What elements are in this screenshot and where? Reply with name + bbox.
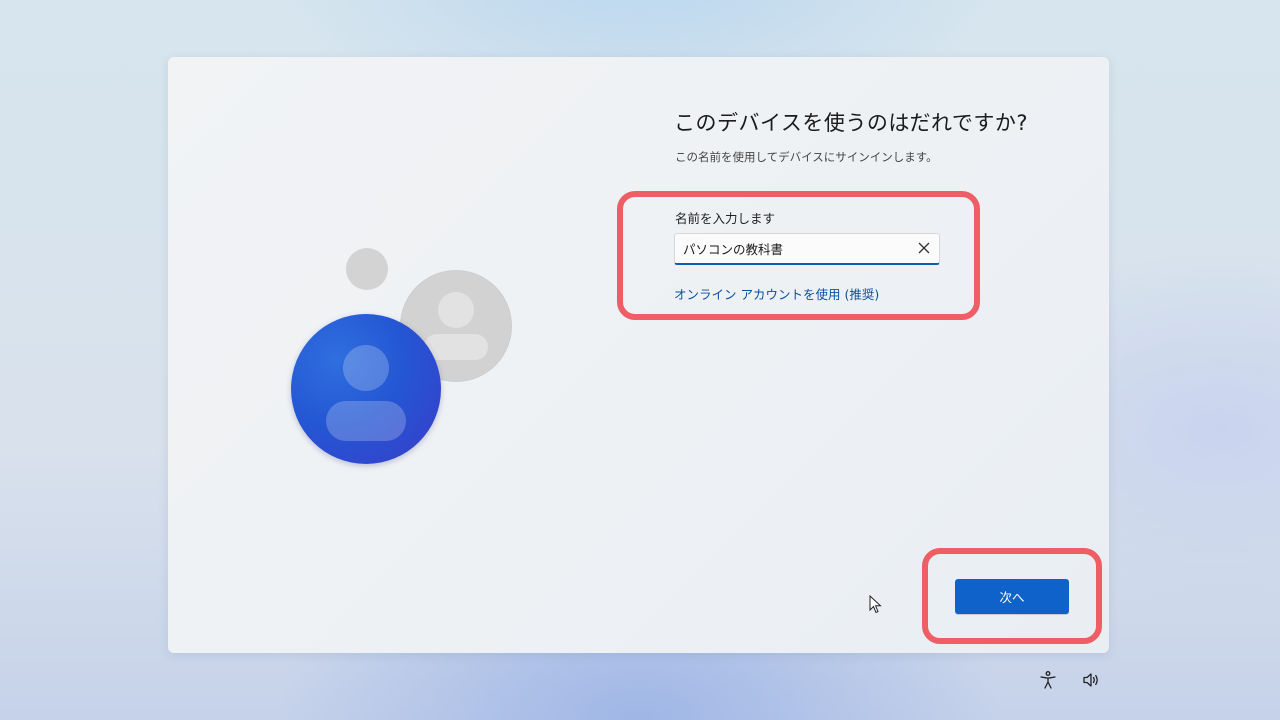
volume-icon xyxy=(1083,673,1098,687)
clear-input-button[interactable] xyxy=(913,237,935,259)
online-account-link[interactable]: オンライン アカウントを使用 (推奨) xyxy=(674,284,879,303)
name-field-label: 名前を入力します xyxy=(675,211,776,226)
next-button[interactable]: 次へ xyxy=(955,579,1069,614)
name-input[interactable] xyxy=(675,234,911,263)
mouse-cursor-icon xyxy=(869,595,882,614)
accessibility-icon xyxy=(1040,671,1056,689)
page-subtitle: この名前を使用してデバイスにサインインします。 xyxy=(675,150,938,164)
avatar-head xyxy=(343,345,389,391)
decorative-dot xyxy=(346,248,388,290)
page-title: このデバイスを使うのはだれですか? xyxy=(674,111,1028,135)
close-icon xyxy=(918,242,930,254)
user-avatar-gray-icon xyxy=(400,270,512,382)
user-avatar-blue-icon xyxy=(291,314,441,464)
avatar-head xyxy=(438,292,474,328)
setup-card: このデバイスを使うのはだれですか? この名前を使用してデバイスにサインインします… xyxy=(168,57,1109,653)
volume-button[interactable] xyxy=(1080,669,1102,691)
avatar-body xyxy=(326,401,406,441)
accessibility-button[interactable] xyxy=(1037,669,1059,691)
name-field xyxy=(674,233,940,265)
avatar-body xyxy=(424,334,488,360)
